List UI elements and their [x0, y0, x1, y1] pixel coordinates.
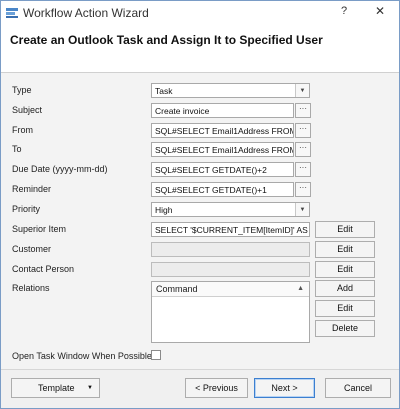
due-date-browse-button[interactable]: ···	[295, 162, 311, 177]
subject-label: Subject	[12, 105, 43, 115]
superior-item-label: Superior Item	[12, 224, 67, 234]
page-title: Create an Outlook Task and Assign It to …	[10, 33, 323, 47]
chevron-down-icon[interactable]: ▼	[295, 203, 309, 216]
window-title: Workflow Action Wizard	[23, 6, 149, 20]
title-bar: Workflow Action Wizard ? ✕	[1, 1, 399, 25]
customer-edit-button[interactable]: Edit	[315, 241, 375, 258]
subject-browse-button[interactable]: ···	[295, 103, 311, 118]
reminder-browse-button[interactable]: ···	[295, 182, 311, 197]
to-field[interactable]: SQL#SELECT Email1Address FROM	[151, 142, 294, 157]
template-button[interactable]: Template ▼	[11, 378, 100, 398]
to-label: To	[12, 144, 22, 154]
relations-edit-button[interactable]: Edit	[315, 300, 375, 317]
customer-field[interactable]	[151, 242, 310, 257]
priority-label: Priority	[12, 204, 41, 214]
relations-label: Relations	[12, 283, 50, 293]
open-task-label: Open Task Window When Possible	[12, 351, 152, 361]
superior-item-edit-button[interactable]: Edit	[315, 221, 375, 238]
contact-person-field[interactable]	[151, 262, 310, 277]
type-value: Task	[155, 86, 173, 96]
dropdown-arrow-icon: ▼	[87, 385, 93, 391]
due-date-label: Due Date (yyyy-mm-dd)	[12, 164, 108, 174]
priority-value: High	[155, 205, 173, 215]
relations-column-header[interactable]: Command ▲	[152, 282, 309, 297]
reminder-label: Reminder	[12, 184, 52, 194]
contact-person-label: Contact Person	[12, 264, 75, 274]
previous-button[interactable]: < Previous	[185, 378, 248, 398]
wizard-footer: Template ▼ < Previous Next > Cancel	[1, 369, 399, 408]
chevron-down-icon[interactable]: ▼	[295, 84, 309, 97]
subject-field[interactable]: Create invoice	[151, 103, 294, 118]
workflow-action-wizard-window: Workflow Action Wizard ? ✕ Create an Out…	[0, 0, 400, 409]
sort-ascending-icon: ▲	[297, 285, 304, 292]
from-browse-button[interactable]: ···	[295, 123, 311, 138]
from-label: From	[12, 125, 33, 135]
relations-list[interactable]: Command ▲	[151, 281, 310, 343]
to-browse-button[interactable]: ···	[295, 142, 311, 157]
due-date-field[interactable]: SQL#SELECT GETDATE()+2	[151, 162, 294, 177]
close-button[interactable]: ✕	[373, 4, 387, 18]
next-button[interactable]: Next >	[254, 378, 315, 398]
relations-add-button[interactable]: Add	[315, 280, 375, 297]
open-task-checkbox[interactable]	[151, 350, 161, 360]
reminder-field[interactable]: SQL#SELECT GETDATE()+1	[151, 182, 294, 197]
contact-person-edit-button[interactable]: Edit	[315, 261, 375, 278]
type-label: Type	[12, 85, 32, 95]
superior-item-field[interactable]: SELECT '$CURRENT_ITEM[ItemID]' AS	[151, 222, 310, 237]
relations-delete-button[interactable]: Delete	[315, 320, 375, 337]
customer-label: Customer	[12, 244, 52, 254]
form-area: Type Task ▼ Subject Create invoice ··· F…	[1, 73, 399, 369]
cancel-button[interactable]: Cancel	[325, 378, 391, 398]
type-dropdown[interactable]: Task ▼	[151, 83, 310, 98]
wizard-app-icon	[6, 7, 18, 19]
command-column-label: Command	[156, 284, 198, 294]
template-label: Template	[38, 383, 75, 393]
priority-dropdown[interactable]: High ▼	[151, 202, 310, 217]
from-field[interactable]: SQL#SELECT Email1Address FROM	[151, 123, 294, 138]
wizard-header: Create an Outlook Task and Assign It to …	[1, 25, 399, 73]
help-button[interactable]: ?	[337, 5, 351, 17]
